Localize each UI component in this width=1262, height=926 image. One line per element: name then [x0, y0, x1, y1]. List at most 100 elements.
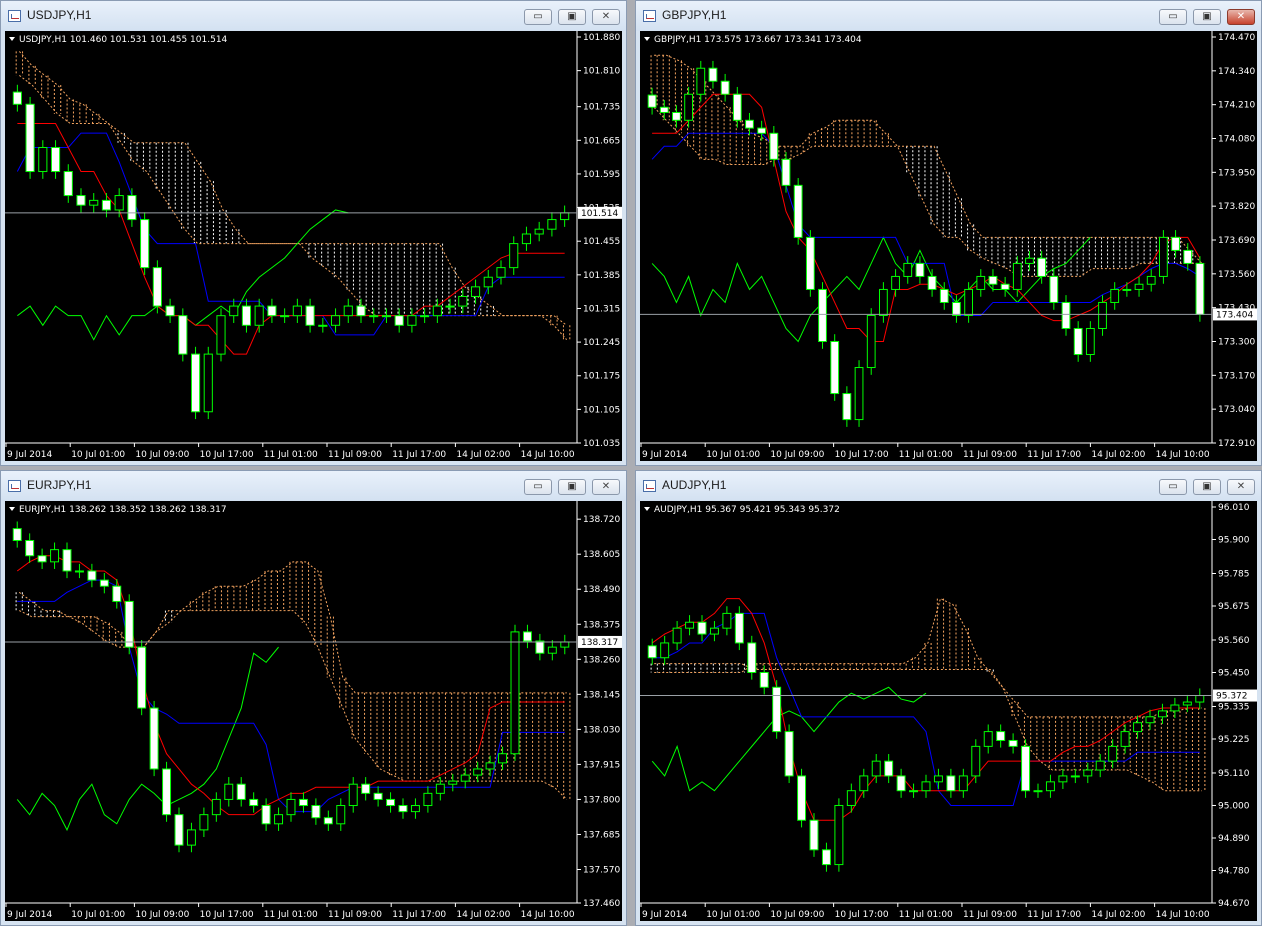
candle-body	[25, 540, 35, 557]
candle-body	[496, 267, 506, 278]
candle-body	[470, 286, 481, 297]
kijun-sen	[16, 132, 565, 336]
candle-body	[229, 305, 239, 317]
maximize-button[interactable]: ▣	[558, 9, 586, 25]
candle-body	[560, 641, 570, 648]
candle-body	[781, 158, 791, 186]
maximize-button[interactable]: ▣	[558, 479, 586, 495]
senkou-span-b	[653, 106, 1203, 264]
candle-body	[797, 775, 807, 821]
candle-body	[547, 219, 557, 230]
window-titlebar[interactable]: EURJPY,H1 ▭ ▣ ✕	[1, 471, 626, 501]
candle-body	[1171, 236, 1180, 251]
maximize-button[interactable]: ▣	[1193, 9, 1221, 25]
close-button[interactable]: ✕	[592, 479, 620, 495]
chart-window-usdjpy[interactable]: USDJPY,H1 ▭ ▣ ✕ 101.880 101.810 101.735 101.665…	[0, 0, 627, 466]
candle-body	[152, 267, 162, 307]
candle-body	[435, 783, 445, 794]
minimize-button[interactable]: ▭	[524, 479, 552, 495]
price-label: 101.665	[583, 136, 620, 146]
time-label: 10 Jul 17:00	[200, 450, 254, 460]
window-titlebar[interactable]: USDJPY,H1 ▭ ▣ ✕	[1, 1, 626, 31]
candle-body	[25, 103, 35, 173]
chart-window-eurjpy[interactable]: EURJPY,H1 ▭ ▣ ✕ 138.720 138.605 138.490 138.375…	[0, 470, 627, 926]
price-label: 137.570	[583, 865, 620, 875]
candle-body	[927, 275, 937, 290]
candle-body	[834, 804, 844, 866]
candles	[647, 60, 1205, 427]
candle-body	[199, 814, 209, 831]
candle-body	[846, 790, 856, 806]
ichimoku-cloud	[650, 54, 1203, 277]
chart-area[interactable]: 96.010 95.900 95.785 95.675 95.560 95.450 95.3…	[640, 501, 1257, 921]
candle-body	[659, 106, 669, 113]
price-label: 96.010	[1218, 503, 1250, 513]
dropdown-triangle-icon[interactable]	[644, 507, 650, 511]
candle-body	[535, 640, 545, 654]
window-titlebar[interactable]: GBPJPY,H1 ▭ ▣ ✕	[636, 1, 1261, 31]
candle-body	[420, 315, 430, 318]
candle-body	[1158, 236, 1168, 277]
candle-body	[87, 570, 97, 581]
chart-svg[interactable]: 174.470 174.340 174.210 174.080 173.950 173.8…	[640, 31, 1257, 461]
price-label: 174.340	[1218, 67, 1255, 77]
candle-body	[12, 91, 22, 105]
candle-body	[101, 199, 112, 211]
candle-body	[127, 195, 137, 221]
candle-body	[976, 275, 986, 290]
chart-window-audjpy[interactable]: AUDJPY,H1 ▭ ▣ ✕ 96.010 95.900 95.785 95.675 95.5…	[635, 470, 1262, 926]
candle-body	[1145, 716, 1155, 724]
chart-area[interactable]: 174.470 174.340 174.210 174.080 173.950 173.8…	[640, 31, 1257, 461]
candle-body	[1083, 769, 1093, 777]
candle-body	[203, 353, 213, 413]
price-label: 174.080	[1218, 135, 1255, 145]
time-label: 10 Jul 09:00	[770, 910, 824, 920]
candle-body	[560, 212, 570, 221]
candle-body	[996, 731, 1006, 741]
candle-body	[498, 753, 508, 764]
ichimoku-cloud	[15, 51, 571, 341]
candle-body	[99, 579, 109, 587]
candle-body	[909, 790, 919, 793]
chart-area[interactable]: 138.720 138.605 138.490 138.375 138.260 138.1…	[5, 501, 622, 921]
candle-body	[458, 295, 468, 307]
candle-body	[891, 275, 900, 290]
chart-svg[interactable]: 96.010 95.900 95.785 95.675 95.560 95.450 95.3…	[640, 501, 1257, 921]
price-label: 173.040	[1218, 405, 1255, 415]
time-scale: 9 Jul 2014 10 Jul 01:00 10 Jul 09:00 10 Jul…	[640, 903, 1210, 920]
candle-body	[12, 528, 22, 542]
time-label: 11 Jul 01:00	[899, 910, 953, 920]
price-label: 172.910	[1218, 439, 1255, 449]
symbol-info-text: USDJPY,H1 101.460 101.531 101.455 101.51…	[19, 35, 228, 45]
price-label: 101.175	[583, 372, 620, 382]
candle-body	[1122, 288, 1132, 291]
dropdown-triangle-icon[interactable]	[9, 507, 15, 511]
price-label: 101.315	[583, 304, 620, 314]
dropdown-triangle-icon[interactable]	[644, 37, 650, 41]
dropdown-triangle-icon[interactable]	[9, 37, 15, 41]
candle-body	[1012, 262, 1022, 290]
chart-svg[interactable]: 101.880 101.810 101.735 101.665 101.595 101.5…	[5, 31, 622, 461]
candle-body	[174, 814, 184, 846]
chart-svg[interactable]: 138.720 138.605 138.490 138.375 138.260 138.1…	[5, 501, 622, 921]
minimize-button[interactable]: ▭	[524, 9, 552, 25]
chikou-span	[16, 646, 279, 832]
chart-area[interactable]: 101.880 101.810 101.735 101.665 101.595 101.5…	[5, 31, 622, 461]
price-label: 101.810	[583, 67, 620, 77]
time-label: 11 Jul 01:00	[264, 450, 318, 460]
window-titlebar[interactable]: AUDJPY,H1 ▭ ▣ ✕	[636, 471, 1261, 501]
chart-window-icon	[643, 10, 656, 22]
minimize-button[interactable]: ▭	[1159, 479, 1187, 495]
close-button[interactable]: ✕	[592, 9, 620, 25]
maximize-button[interactable]: ▣	[1193, 479, 1221, 495]
time-label: 14 Jul 10:00	[1156, 910, 1210, 920]
candle-body	[805, 236, 815, 290]
close-button[interactable]: ✕	[1227, 9, 1255, 25]
candle-body	[137, 646, 147, 709]
candle-body	[854, 367, 864, 421]
chart-window-gbpjpy[interactable]: GBPJPY,H1 ▭ ▣ ✕ 174.470 174.340 174.210 174.080…	[635, 0, 1262, 466]
time-label: 11 Jul 09:00	[328, 450, 382, 460]
candle-body	[50, 147, 61, 173]
close-button[interactable]: ✕	[1227, 479, 1255, 495]
minimize-button[interactable]: ▭	[1159, 9, 1187, 25]
